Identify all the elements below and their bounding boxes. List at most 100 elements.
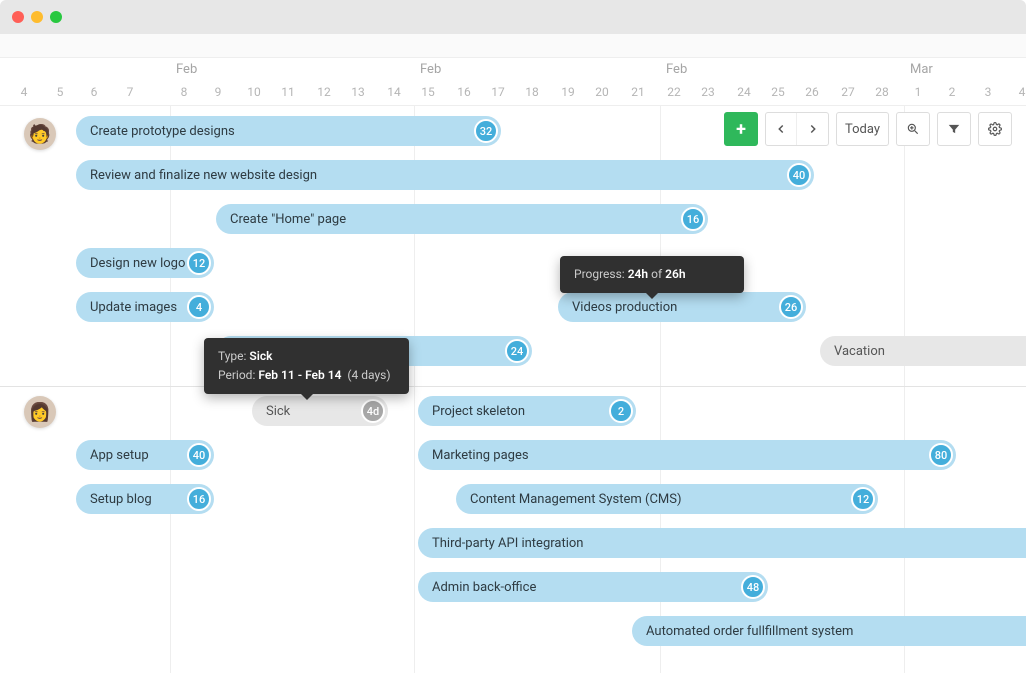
task-bar[interactable]: Vacation [820,336,1026,366]
today-label: Today [845,122,880,137]
add-button[interactable]: + [724,112,758,146]
row-divider [0,386,1026,387]
tooltip-arrow-icon [646,293,658,299]
task-bar[interactable]: Design new logo12 [76,248,214,278]
task-bar[interactable]: Project skeleton 2 [418,396,636,426]
task-bar[interactable]: Setup blog16 [76,484,214,514]
prev-button[interactable] [766,113,797,145]
task-label: App setup [90,448,149,463]
task-label: Admin back-office [432,580,536,595]
task-hours-badge: 4 [187,295,211,319]
task-hours-badge: 40 [787,163,811,187]
gridline [170,106,171,673]
avatar[interactable]: 👩 [24,396,56,428]
filter-button[interactable] [937,112,971,146]
task-label: Setup blog [90,492,152,507]
day-label: 17 [491,85,505,99]
tooltip-label: Progress: [574,267,628,281]
zoom-button[interactable] [896,112,930,146]
task-bar[interactable]: Videos production26 [558,292,806,322]
task-bar[interactable]: Sick 4d [252,396,388,426]
tooltip-arrow-icon [301,394,313,400]
day-label: 26 [805,85,819,99]
task-hours-badge: 24 [505,339,529,363]
plus-icon: + [736,119,746,140]
day-label: 4 [21,85,28,99]
day-label: 24 [737,85,751,99]
day-label: 27 [841,85,855,99]
task-hours-badge: 12 [851,487,875,511]
task-bar[interactable]: Automated order fullfillment system [632,616,1026,646]
task-bar[interactable]: Create prototype designs 32 [76,116,501,146]
avatar[interactable]: 🧑 [24,118,56,150]
today-button[interactable]: Today [836,112,889,146]
window-close-button[interactable] [12,11,24,23]
task-hours-badge: 26 [779,295,803,319]
day-label: 15 [421,85,435,99]
task-bar[interactable]: Third-party API integration [418,528,1026,558]
task-hours-badge: 2 [609,399,633,423]
tooltip-type-label: Type: [218,349,249,363]
month-label: Feb [666,62,687,77]
task-hours-badge: 48 [741,575,765,599]
gear-icon [988,122,1002,136]
tooltip-period-value: Feb 11 - Feb 14 [258,368,341,382]
task-label: Create "Home" page [230,212,346,227]
task-bar[interactable]: Marketing pages 80 [418,440,956,470]
day-label: 5 [57,85,64,99]
date-pager[interactable] [765,112,829,146]
timeline-header: FebFebMarFeb 456789101112131415161718192… [0,58,1026,106]
next-button[interactable] [796,113,828,145]
day-label: 19 [561,85,575,99]
day-label: 6 [91,85,98,99]
window-minimize-button[interactable] [31,11,43,23]
month-label: Mar [910,62,933,77]
day-label: 23 [701,85,715,99]
task-label: Review and finalize new website design [90,168,317,183]
window-maximize-button[interactable] [50,11,62,23]
task-bar[interactable]: App setup 40 [76,440,214,470]
progress-tooltip: Progress: 24h of 26h [560,256,744,293]
day-label: 22 [667,85,681,99]
task-label: Design new logo [90,256,185,271]
task-bar[interactable]: Review and finalize new website design 40 [76,160,814,190]
tooltip-period-label: Period: [218,368,258,382]
task-bar[interactable]: Admin back-office 48 [418,572,768,602]
task-hours-badge: 40 [187,443,211,467]
settings-button[interactable] [978,112,1012,146]
task-hours-badge: 12 [187,251,211,275]
task-bar[interactable]: Create "Home" page16 [216,204,708,234]
day-label: 10 [247,85,261,99]
task-label: Create prototype designs [90,124,235,139]
task-hours-badge: 32 [474,119,498,143]
day-label: 18 [525,85,539,99]
gridline [904,106,905,673]
task-hours-badge: 80 [929,443,953,467]
day-label: 14 [387,85,401,99]
task-label: Marketing pages [432,448,529,463]
day-label: 8 [181,85,188,99]
day-label: 21 [631,85,645,99]
task-bar[interactable]: Content Management System (CMS) 12 [456,484,878,514]
task-label: Third-party API integration [432,536,583,551]
header-strip [0,34,1026,58]
day-label: 12 [317,85,331,99]
tooltip-type-value: Sick [249,349,272,363]
day-label: 9 [215,85,222,99]
day-label: 1 [915,85,922,99]
month-label: Feb [420,62,441,77]
day-label: 20 [595,85,609,99]
zoom-in-icon [906,122,920,136]
tooltip-total: 26h [665,267,685,281]
task-bar[interactable]: Update images4 [76,292,214,322]
day-label: 2 [949,85,956,99]
window-titlebar [0,0,1026,34]
task-label: Sick [266,404,290,419]
task-label: Content Management System (CMS) [470,492,682,507]
tooltip-duration: (4 days) [341,368,390,382]
day-label: 4 [1019,85,1026,99]
task-label: Project skeleton [432,404,525,419]
task-label: Vacation [834,344,885,359]
task-hours-badge: 4d [361,399,385,423]
day-label: 3 [985,85,992,99]
